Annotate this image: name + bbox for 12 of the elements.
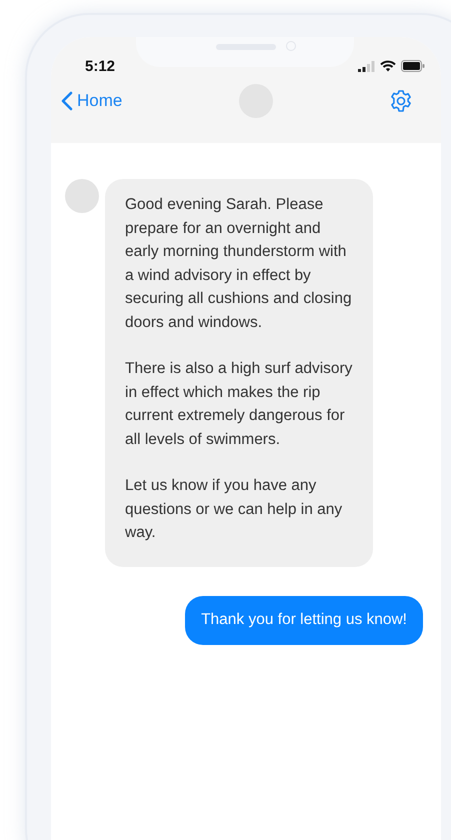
wifi-icon: [380, 60, 396, 72]
message-text: There is also a high surf advisory in effect which makes the rip current extremely dangerous for all levels of swimmers.: [125, 359, 353, 450]
back-button[interactable]: Home: [61, 91, 122, 111]
message-text: Good evening Sarah. Please prepare for an overnight and early morning thunderstorm with a wind advisory in effect by securing all cushions and closing doors and windows.: [125, 195, 353, 332]
message-text: Let us know if you have any questions or we can help in any way.: [125, 476, 344, 543]
status-time: 5:12: [85, 58, 116, 75]
chevron-left-icon: [61, 91, 73, 111]
message-text: Thank you for letting us know!: [201, 610, 407, 630]
signal-icon: [358, 60, 375, 72]
sender-avatar: [65, 179, 99, 213]
battery-icon: [401, 60, 425, 72]
settings-icon[interactable]: [388, 89, 413, 113]
